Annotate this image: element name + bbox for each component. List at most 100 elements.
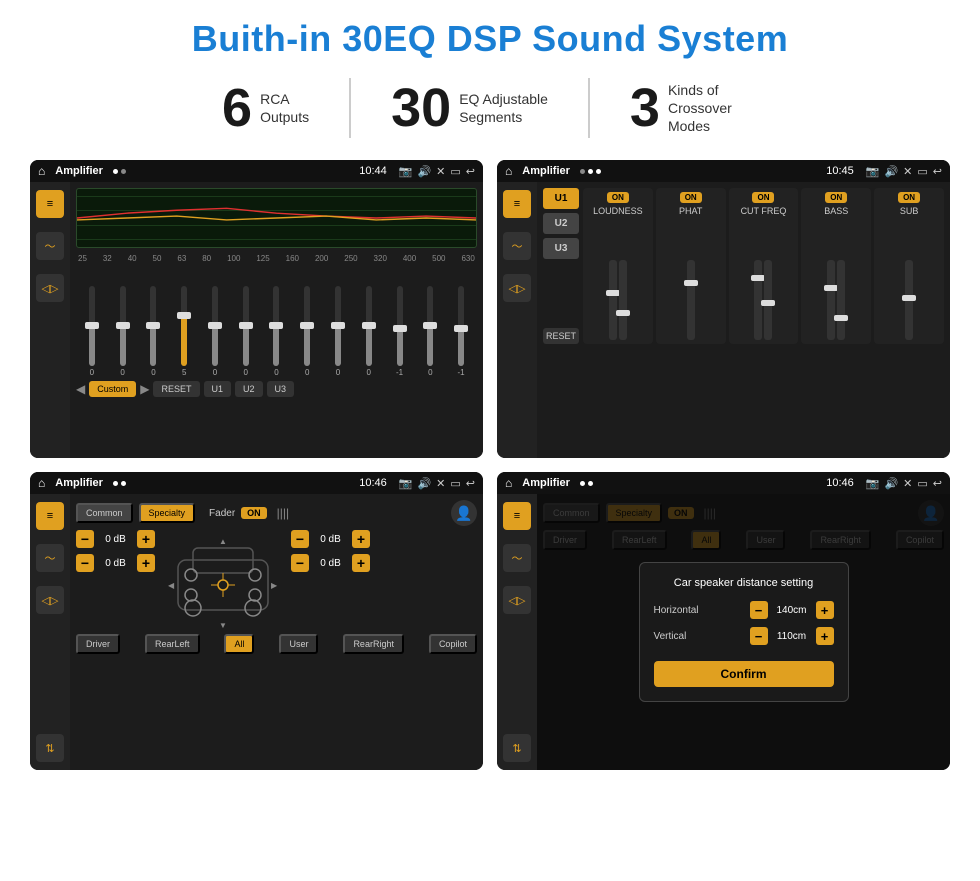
reset-btn-crossover[interactable]: RESET	[543, 328, 579, 344]
sidebar-speaker-btn-3[interactable]: ◁▷	[36, 586, 64, 614]
sidebar-eq-btn[interactable]: ≡	[36, 190, 64, 218]
db-minus-4[interactable]: −	[291, 554, 309, 572]
all-btn[interactable]: All	[224, 634, 254, 654]
slider-track-4[interactable]	[212, 286, 218, 366]
db-minus-1[interactable]: −	[76, 530, 94, 548]
svg-text:▶: ▶	[271, 581, 278, 590]
u1-btn[interactable]: U1	[204, 381, 232, 397]
preset-u3[interactable]: U3	[543, 238, 579, 259]
loudness-slider-1[interactable]	[609, 260, 617, 340]
bass-sliders	[827, 220, 845, 340]
slider-track-6[interactable]	[273, 286, 279, 366]
sidebar-wave-btn-3[interactable]: 〜	[36, 544, 64, 572]
eq-freq-labels: 2532405063 80100125160200 25032040050063…	[76, 254, 477, 263]
fader-bars-icon: ||||	[277, 506, 289, 520]
horizontal-minus[interactable]: −	[750, 601, 768, 619]
phat-sliders	[687, 220, 695, 340]
close-icon-3: ✕	[436, 477, 445, 490]
screen-fader-dialog: ⌂ Amplifier 10:46 📷 🔊 ✕ ▭ ↩ ≡ 〜	[497, 472, 950, 770]
cutfreq-slider-2[interactable]	[764, 260, 772, 340]
preset-u1[interactable]: U1	[543, 188, 579, 209]
screen2-body: ≡ 〜 ◁▷ U1 U2 U3 RESET	[497, 182, 950, 458]
bass-slider-2[interactable]	[837, 260, 845, 340]
fader-main: Common Specialty Fader ON |||| 👤	[70, 494, 483, 770]
sidebar-eq-btn-2[interactable]: ≡	[503, 190, 531, 218]
crossover-main: U1 U2 U3 RESET ON LOUDNESS	[537, 182, 950, 458]
slider-track-10[interactable]	[397, 286, 403, 366]
slider-val-11: 0	[428, 368, 432, 377]
reset-btn[interactable]: RESET	[153, 381, 199, 397]
slider-track-1[interactable]	[120, 286, 126, 366]
vertical-minus[interactable]: −	[750, 627, 768, 645]
slider-track-7[interactable]	[304, 286, 310, 366]
u3-btn[interactable]: U3	[267, 381, 295, 397]
dialog-overlay: Car speaker distance setting Horizontal …	[537, 494, 950, 770]
db-plus-2[interactable]: +	[137, 554, 155, 572]
sidebar-wave-btn-4[interactable]: 〜	[503, 544, 531, 572]
slider-track-2[interactable]	[150, 286, 156, 366]
cutfreq-name: CUT FREQ	[741, 206, 787, 216]
phat-slider-1[interactable]	[687, 260, 695, 340]
slider-val-3: 5	[182, 368, 186, 377]
slider-val-9: 0	[367, 368, 371, 377]
fader-right-controls: − 0 dB + − 0 dB +	[291, 530, 477, 630]
window-icon: ▭	[450, 165, 460, 178]
db-value-2: 0 dB	[98, 558, 133, 569]
u2-btn[interactable]: U2	[235, 381, 263, 397]
slider-track-8[interactable]	[335, 286, 341, 366]
sidebar-eq-btn-4[interactable]: ≡	[503, 502, 531, 530]
db-plus-4[interactable]: +	[352, 554, 370, 572]
stat-rca-number: 6	[222, 81, 252, 135]
db-plus-3[interactable]: +	[352, 530, 370, 548]
sidebar-wave-btn[interactable]: 〜	[36, 232, 64, 260]
tab-specialty[interactable]: Specialty	[139, 503, 196, 523]
loudness-slider-2[interactable]	[619, 260, 627, 340]
cutfreq-sliders	[754, 220, 772, 340]
slider-track-3[interactable]	[181, 286, 187, 366]
vertical-value: 110cm	[772, 631, 812, 642]
confirm-button[interactable]: Confirm	[654, 661, 834, 687]
horizontal-plus[interactable]: +	[816, 601, 834, 619]
prev-arrow[interactable]: ◀	[76, 382, 85, 396]
db-minus-3[interactable]: −	[291, 530, 309, 548]
preset-u2[interactable]: U2	[543, 213, 579, 234]
slider-track-11[interactable]	[427, 286, 433, 366]
svg-text:▼: ▼	[219, 621, 227, 630]
slider-track-12[interactable]	[458, 286, 464, 366]
db-minus-2[interactable]: −	[76, 554, 94, 572]
next-arrow[interactable]: ▶	[140, 382, 149, 396]
slider-track-9[interactable]	[366, 286, 372, 366]
custom-btn[interactable]: Custom	[89, 381, 136, 397]
page-wrapper: Buith-in 30EQ DSP Sound System 6 RCAOutp…	[0, 0, 980, 881]
back-icon-2: ↩	[933, 165, 942, 178]
person-icon[interactable]: 👤	[451, 500, 477, 526]
bass-on: ON	[825, 192, 847, 203]
bass-slider-1[interactable]	[827, 260, 835, 340]
slider-track-5[interactable]	[243, 286, 249, 366]
sidebar-arrow-btn-4[interactable]: ⇅	[503, 734, 531, 762]
sidebar-speaker-btn[interactable]: ◁▷	[36, 274, 64, 302]
user-btn[interactable]: User	[279, 634, 318, 654]
close-icon: ✕	[436, 165, 445, 178]
rearleft-btn[interactable]: RearLeft	[145, 634, 200, 654]
dot3-1	[113, 481, 118, 486]
sidebar-speaker-btn-4[interactable]: ◁▷	[503, 586, 531, 614]
sidebar-wave-btn-2[interactable]: 〜	[503, 232, 531, 260]
back-icon-4: ↩	[933, 477, 942, 490]
driver-btn[interactable]: Driver	[76, 634, 120, 654]
status-dots-2	[580, 169, 601, 174]
sidebar-eq-btn-3[interactable]: ≡	[36, 502, 64, 530]
slider-track-0[interactable]	[89, 286, 95, 366]
eq-slider-9: 0	[355, 286, 383, 377]
sidebar-arrow-btn-3[interactable]: ⇅	[36, 734, 64, 762]
tab-common[interactable]: Common	[76, 503, 133, 523]
crossover-body: U1 U2 U3 RESET ON LOUDNESS	[543, 188, 944, 344]
vertical-plus[interactable]: +	[816, 627, 834, 645]
copilot-btn[interactable]: Copilot	[429, 634, 477, 654]
sub-slider-1[interactable]	[905, 260, 913, 340]
db-plus-1[interactable]: +	[137, 530, 155, 548]
sidebar-speaker-btn-2[interactable]: ◁▷	[503, 274, 531, 302]
rearright-btn[interactable]: RearRight	[343, 634, 404, 654]
dot1	[113, 169, 118, 174]
dialog-row-horizontal: Horizontal − 140cm +	[654, 601, 834, 619]
